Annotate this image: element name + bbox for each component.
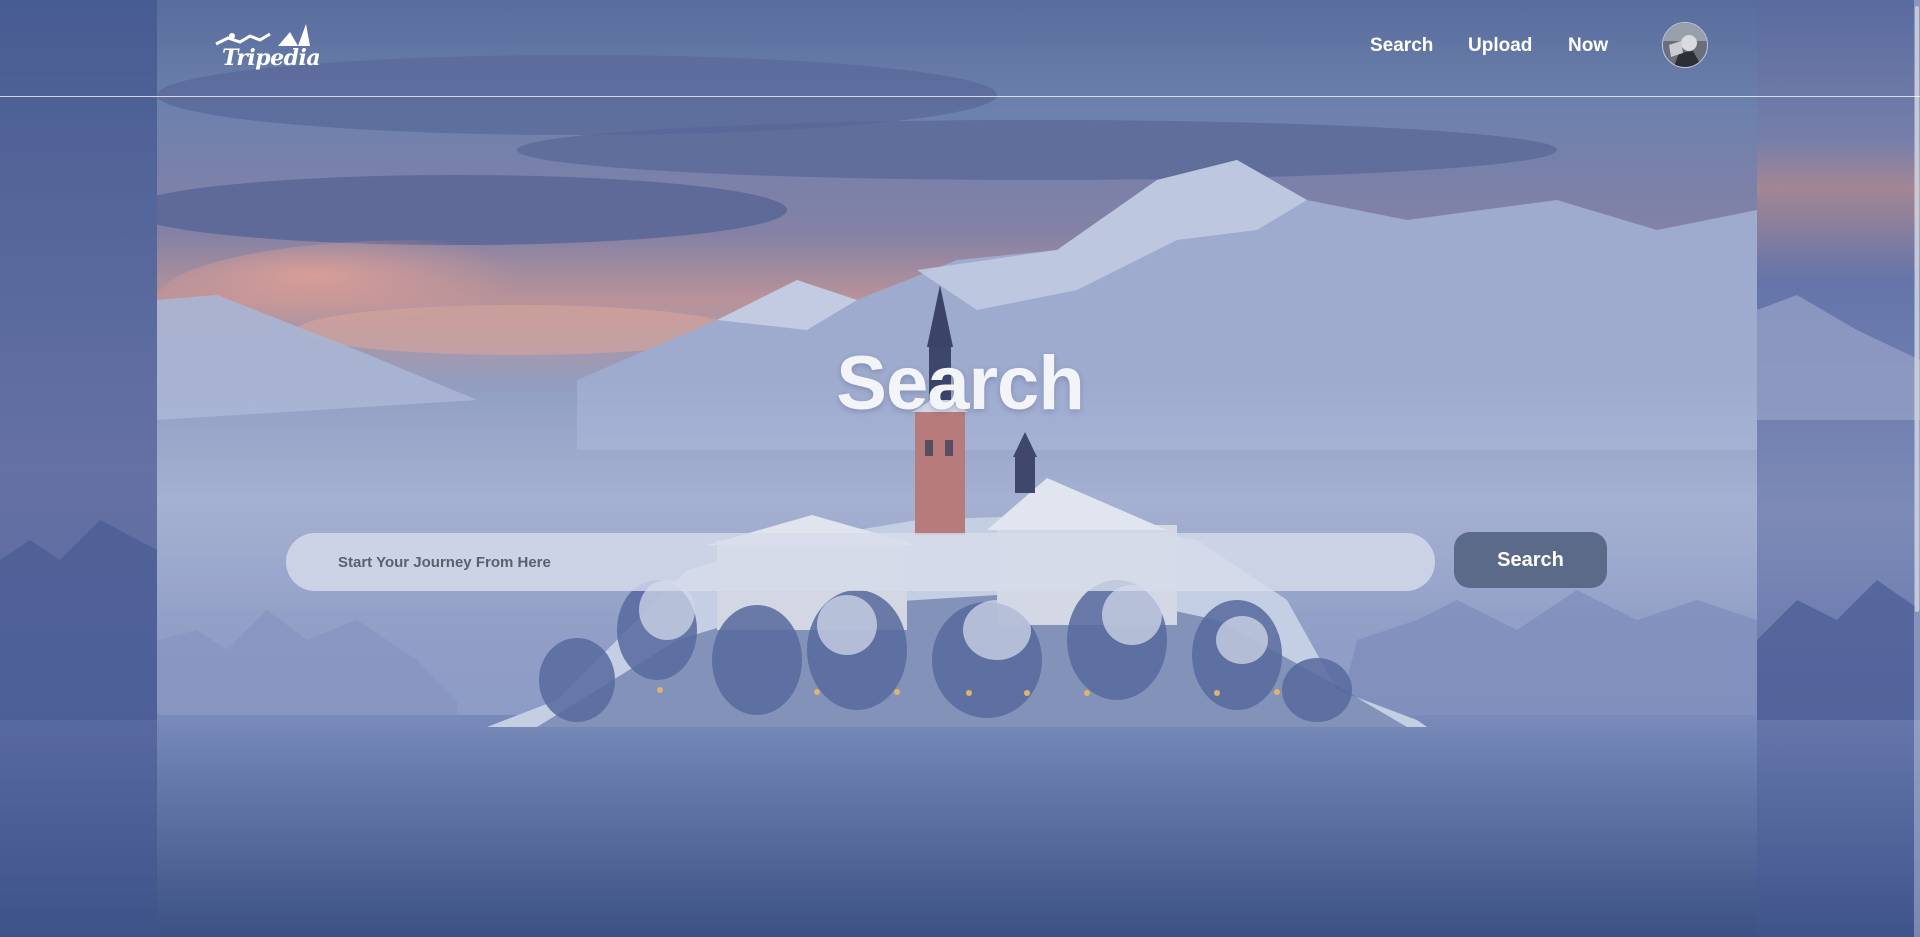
side-veil (0, 0, 157, 937)
user-avatar[interactable] (1662, 22, 1708, 68)
brand-logo[interactable]: Tripedia (210, 20, 321, 76)
side-veil (1757, 0, 1920, 937)
nav-upload-link[interactable]: Upload (1468, 35, 1532, 57)
header-divider (0, 96, 1920, 97)
search-input[interactable] (286, 533, 1435, 591)
search-button[interactable]: Search (1454, 532, 1607, 588)
lake-castle-illustration (157, 0, 1757, 937)
nav-search-link[interactable]: Search (1370, 35, 1433, 57)
brand-name: Tripedia (222, 45, 321, 71)
background-image (157, 0, 1757, 937)
background-image-right (1757, 0, 1920, 937)
page-title: Search (836, 341, 1085, 426)
background-image-left (0, 0, 157, 937)
page: Tripedia Search Upload Now Search Search (0, 0, 1920, 937)
nav-now-link[interactable]: Now (1568, 35, 1608, 57)
avatar-image (1663, 23, 1707, 67)
